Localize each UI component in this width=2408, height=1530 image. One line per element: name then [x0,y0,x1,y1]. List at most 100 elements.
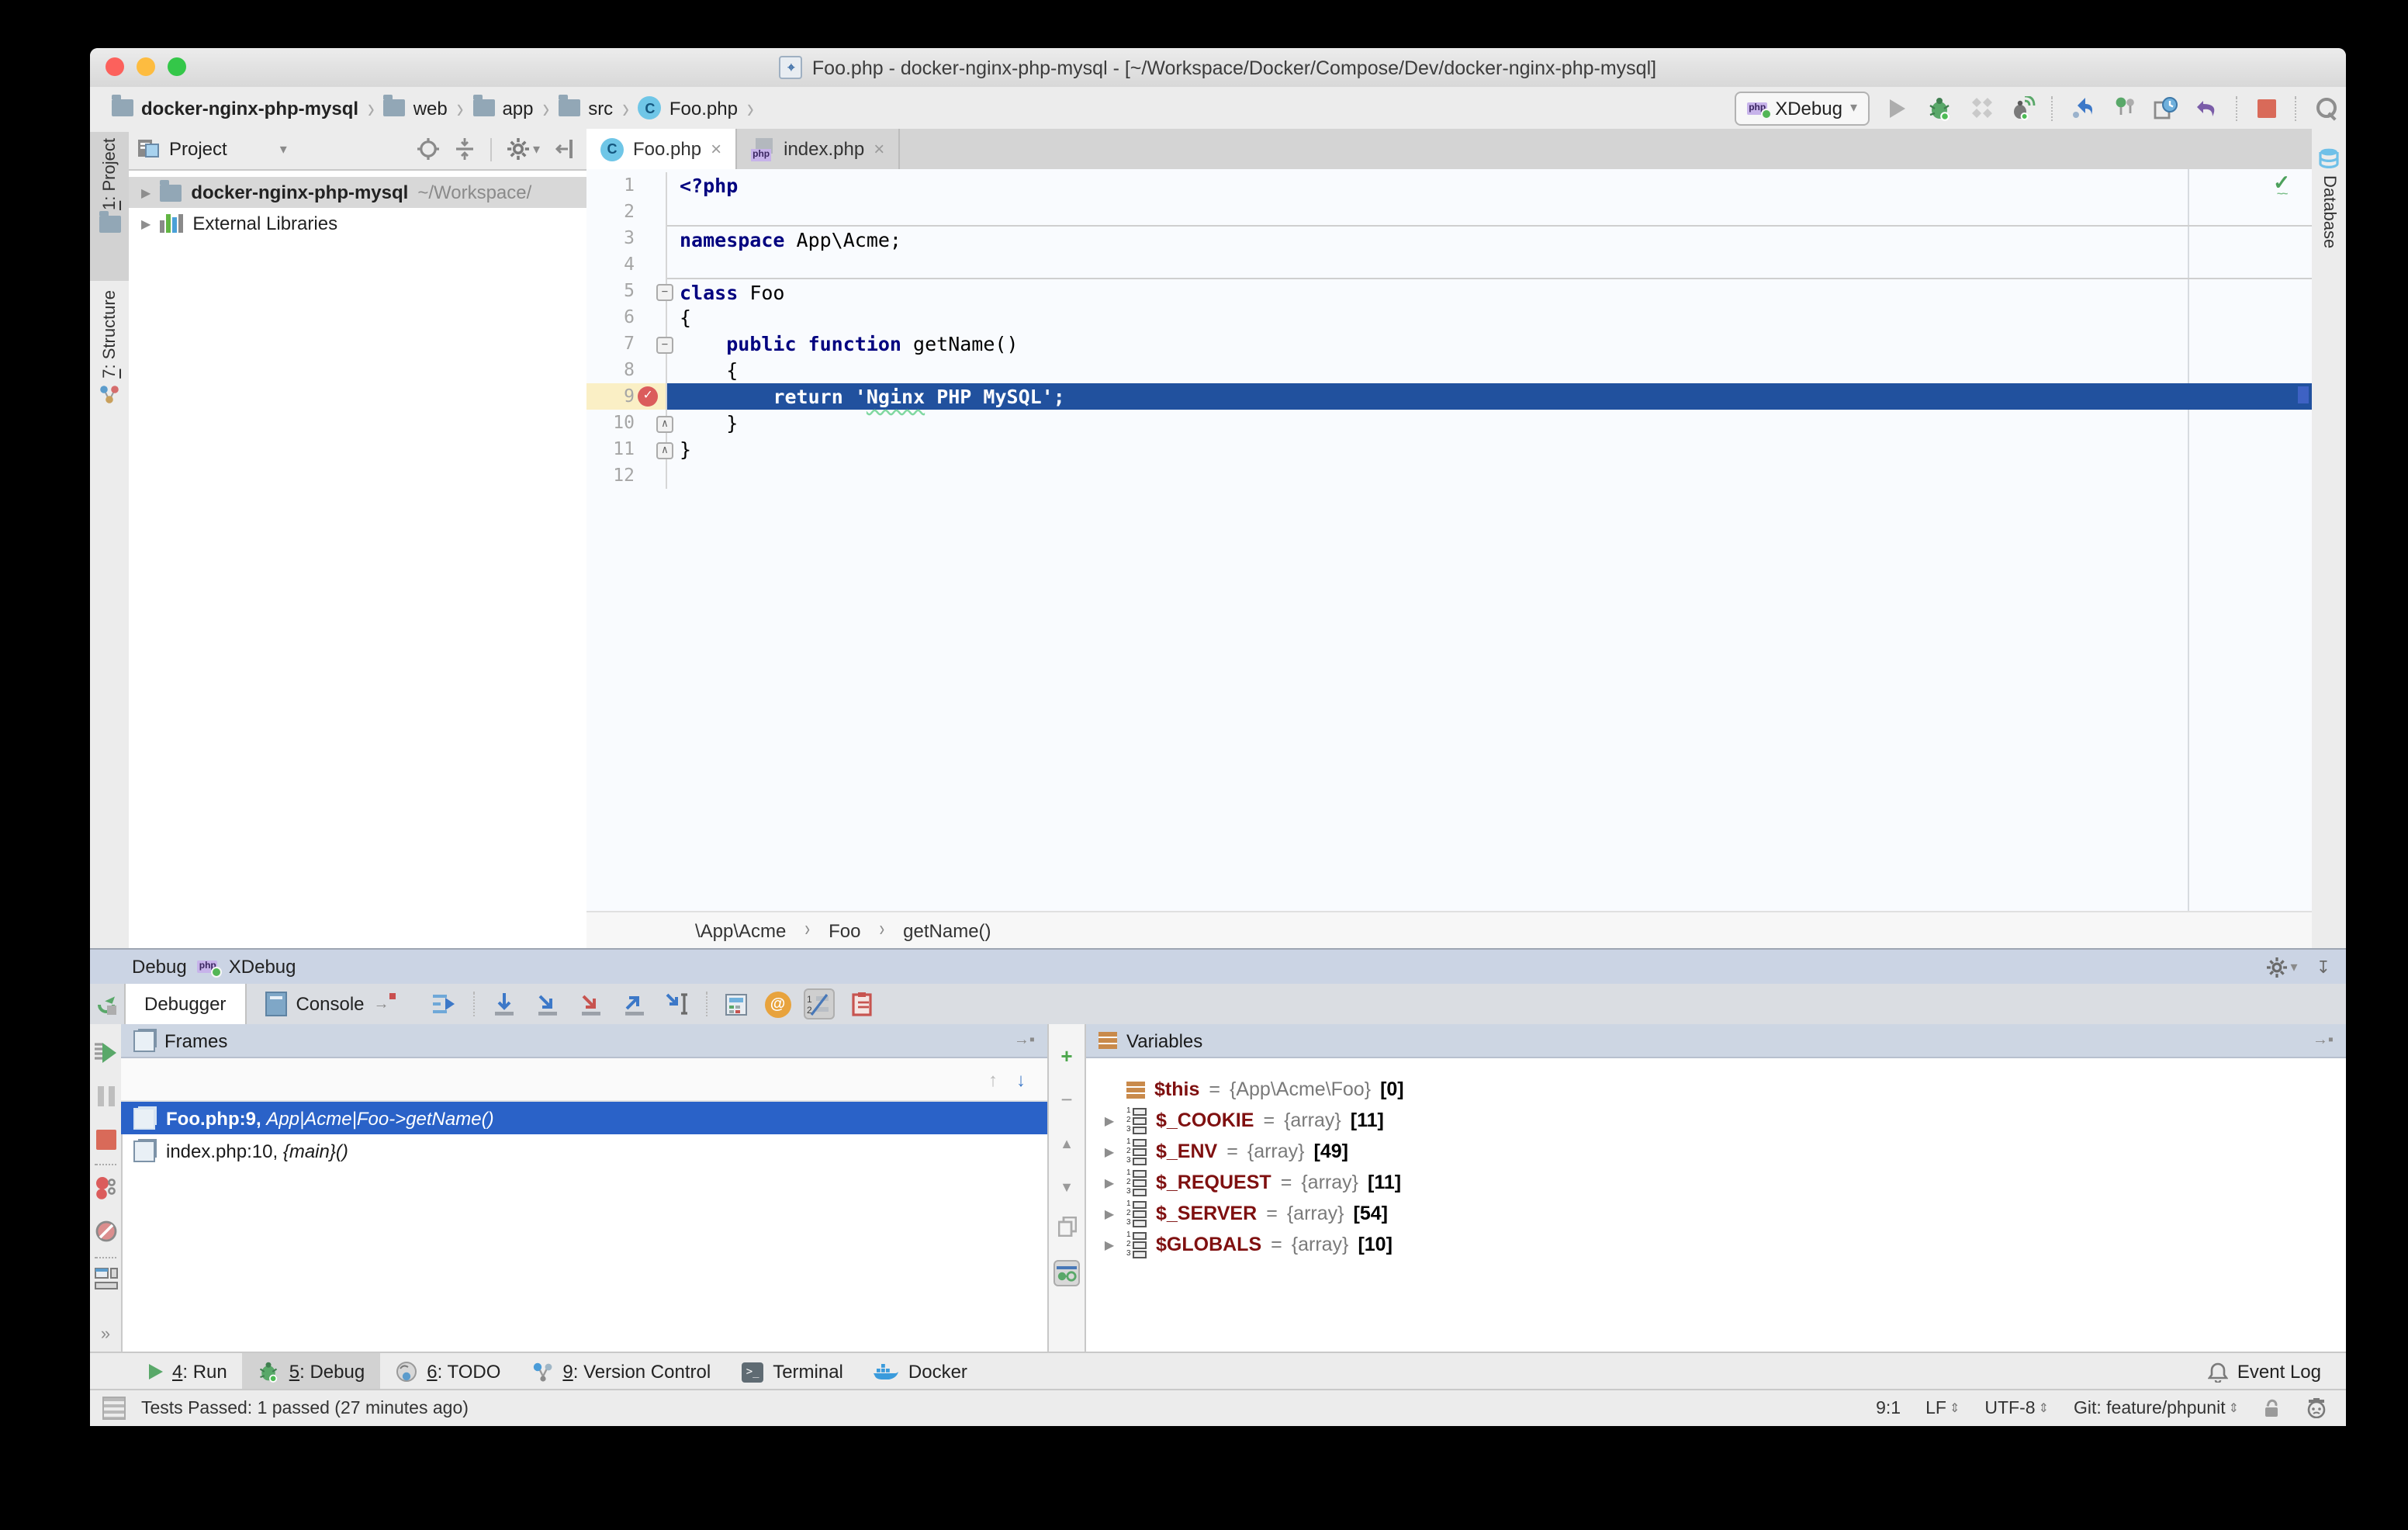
fold-icon[interactable]: − [656,284,673,301]
code-line[interactable]: 3namespace App\Acme; [586,225,2312,251]
code-line[interactable]: 2 [586,199,2312,225]
project-tree-root[interactable]: ▶ docker-nginx-php-mysql ~/Workspace/ [129,177,586,208]
stop-icon[interactable] [93,1127,118,1151]
inline-values-toggle-icon[interactable]: 12 [804,988,835,1019]
breadcrumb-web[interactable]: web [384,97,448,119]
inspections-ok-icon[interactable]: ✓~~ [2273,172,2290,199]
stop-button[interactable] [2253,94,2281,122]
show-watches-in-variables-icon[interactable] [1054,1260,1080,1286]
expander-icon[interactable]: ▶ [1102,1113,1117,1127]
breadcrumb-file[interactable]: CFoo.php [638,96,738,119]
code-line[interactable]: 5−class Foo [586,278,2312,304]
tab-debugger[interactable]: Debugger [124,984,246,1024]
view-breakpoints-icon[interactable] [93,1175,118,1199]
expander-icon[interactable]: ▶ [141,185,150,199]
close-icon[interactable]: × [711,138,721,160]
frame-row[interactable]: index.php:10, {main}() [121,1134,1047,1167]
variable-row-cookie[interactable]: ▶ 123 $_COOKIE = {array} [11] [1086,1105,2346,1136]
variable-row-request[interactable]: ▶ 123 $_REQUEST = {array} [11] [1086,1167,2346,1198]
variable-row-server[interactable]: ▶ 123 $_SERVER = {array} [54] [1086,1198,2346,1229]
variable-row-env[interactable]: ▶ 123 $_ENV = {array} [49] [1086,1136,2346,1167]
rollback-button[interactable] [2194,94,2222,122]
tool-stripe-structure[interactable]: 7: Structure [90,284,129,452]
caret-position[interactable]: 9:1 [1876,1399,1901,1418]
hide-toolwindow-icon[interactable]: ↧ [2316,957,2330,977]
move-watch-down-icon[interactable]: ▼ [1054,1173,1080,1199]
toolwindow-todo[interactable]: 6: TODO [380,1353,516,1390]
line-separator-select[interactable]: LF⇕ [1925,1399,1960,1418]
close-window-button[interactable] [106,57,124,76]
run-to-cursor-icon[interactable] [663,988,694,1019]
project-panel-title-select[interactable]: Project ▾ [138,138,287,160]
project-settings-gear-icon[interactable]: ▾ [508,138,540,160]
force-step-into-icon[interactable] [576,988,607,1019]
breadcrumb-app[interactable]: app [472,97,533,119]
expander-icon[interactable]: ▶ [141,216,150,230]
pause-program-icon[interactable] [93,1083,118,1108]
step-out-icon[interactable] [619,988,650,1019]
code-line[interactable]: 12 [586,462,2312,489]
close-icon[interactable]: × [874,138,884,160]
previous-frame-icon[interactable]: ↑ [988,1068,998,1090]
breakpoint-icon[interactable]: ✓ [638,386,658,407]
tool-stripe-project[interactable]: 1: Project [90,132,129,281]
code-line[interactable]: 6{ [586,304,2312,331]
encoding-select[interactable]: UTF-8⇕ [1984,1399,2049,1418]
breadcrumb-method[interactable]: getName() [903,919,991,941]
move-watch-up-icon[interactable]: ▲ [1054,1130,1080,1156]
tab-foo-php[interactable]: C Foo.php × [586,129,737,169]
execution-point-scroll-marker[interactable] [2298,386,2309,403]
project-tree-external-libraries[interactable]: ▶ External Libraries [129,208,586,239]
expander-icon[interactable]: ▶ [1102,1206,1117,1220]
variable-row-globals[interactable]: ▶ 123 $GLOBALS = {array} [10] [1086,1229,2346,1260]
code-editor[interactable]: 1<?php 2 3namespace App\Acme; 4 5−class … [586,169,2312,911]
restore-windows-icon[interactable] [93,1266,118,1291]
commit-changes-button[interactable] [2110,94,2138,122]
watch-return-values-icon[interactable]: @ [765,991,791,1017]
code-line[interactable]: 1<?php [586,172,2312,199]
remove-watch-icon[interactable]: − [1054,1086,1080,1113]
status-message[interactable]: Tests Passed: 1 passed (27 minutes ago) [141,1399,469,1418]
search-everywhere-button[interactable] [2312,94,2340,122]
highlighting-level-icon[interactable] [2306,1398,2327,1418]
code-line[interactable]: 7− public function getName() [586,331,2312,357]
tab-index-php[interactable]: php index.php × [737,129,900,169]
toolwindow-debug[interactable]: 5: Debug [243,1353,380,1390]
breadcrumb-namespace[interactable]: \App\Acme [695,919,786,941]
pin-panel-icon[interactable]: →▪ [1014,1032,1035,1049]
zoom-window-button[interactable] [168,57,186,76]
run-button[interactable] [1884,94,1912,122]
debug-button[interactable] [1925,94,1953,122]
code-line[interactable]: 8 { [586,357,2312,383]
run-configuration-select[interactable]: php XDebug ▾ [1735,91,1870,125]
local-history-button[interactable] [2152,94,2180,122]
next-frame-icon[interactable]: ↓ [1016,1068,1026,1090]
minimize-window-button[interactable] [137,57,155,76]
event-log-button[interactable]: Event Log [2208,1361,2346,1383]
mute-breakpoints-icon[interactable] [93,1218,118,1243]
restore-layout-icon[interactable] [847,988,878,1019]
update-project-button[interactable] [2068,94,2096,122]
write-access-lock-icon[interactable] [2264,1398,2281,1418]
toolwindow-version-control[interactable]: 9: Version Control [516,1353,726,1390]
code-line-current-execution[interactable]: 9✓ return 'Nginx PHP MySQL'; [586,383,2312,410]
frame-row-current[interactable]: Foo.php:9, App|Acme|Foo->getName() [121,1102,1047,1134]
breadcrumb-class[interactable]: Foo [829,919,860,941]
listen-debug-connections-icon[interactable] [2009,94,2037,122]
debug-toolwindow-header[interactable]: Debug php XDebug ▾ ↧ [90,948,2346,984]
locate-file-icon[interactable] [418,138,440,160]
step-over-icon[interactable] [489,988,520,1019]
toolwindow-docker[interactable]: Docker [859,1353,983,1390]
collapse-all-icon[interactable] [455,138,476,160]
variable-row-this[interactable]: $this = {App\Acme\Foo} [0] [1086,1074,2346,1105]
add-watch-icon[interactable]: + [1054,1043,1080,1069]
code-line[interactable]: 4 [586,251,2312,278]
expander-icon[interactable]: ▶ [1102,1144,1117,1158]
evaluate-expression-icon[interactable] [721,988,752,1019]
fold-icon[interactable]: − [656,337,673,354]
git-branch-select[interactable]: Git: feature/phpunit⇕ [2074,1399,2239,1418]
pin-panel-icon[interactable]: →▪ [2313,1032,2334,1049]
expander-icon[interactable]: ▶ [1102,1175,1117,1189]
toolwindow-run[interactable]: 4: Run [133,1353,243,1390]
fold-end-icon[interactable]: ∧ [656,442,673,459]
